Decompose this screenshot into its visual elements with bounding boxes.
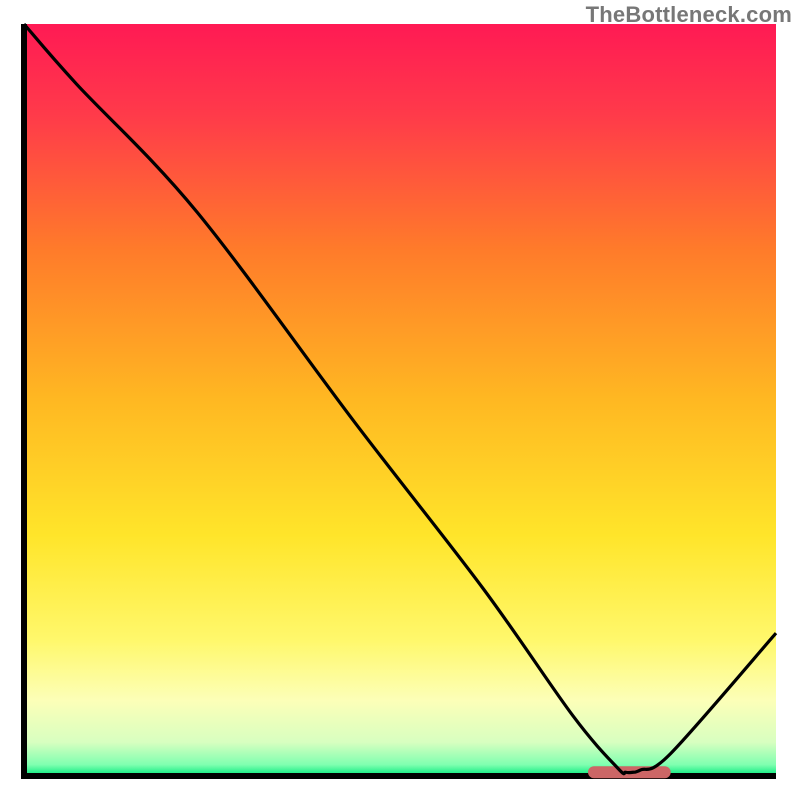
- chart-container: TheBottleneck.com: [0, 0, 800, 800]
- attribution-label: TheBottleneck.com: [586, 2, 792, 28]
- bottleneck-chart: [0, 0, 800, 800]
- plot-background: [24, 24, 776, 776]
